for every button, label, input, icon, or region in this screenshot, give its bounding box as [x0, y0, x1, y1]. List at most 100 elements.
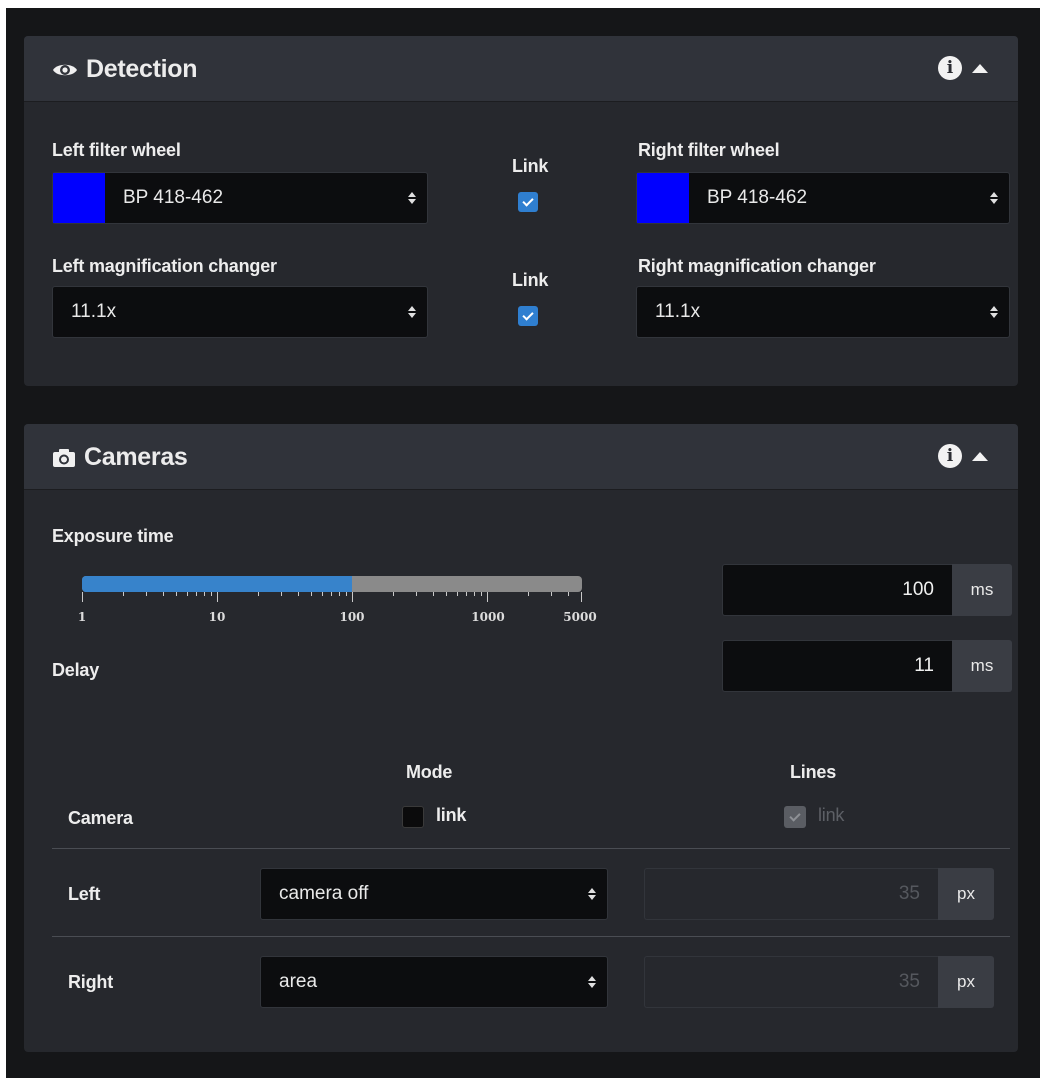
mag-link-label: Link: [512, 270, 549, 290]
slider-tick: [311, 592, 313, 596]
select-arrows-icon: [397, 306, 427, 318]
delay-unit: ms: [952, 640, 1012, 692]
exposure-slider-ticks: [82, 592, 582, 604]
select-arrows-icon: [577, 976, 607, 988]
select-arrows-icon: [397, 192, 427, 204]
exposure-unit: ms: [952, 564, 1012, 616]
lines-header: Lines: [790, 762, 837, 782]
slider-tick: [345, 592, 347, 596]
select-arrows-icon: [577, 888, 607, 900]
detection-header[interactable]: Detection i: [24, 36, 1018, 102]
slider-tick: [187, 592, 189, 596]
right-filter-select[interactable]: BP 418-462: [636, 172, 1010, 224]
filter-link-label: Link: [512, 156, 549, 176]
lines-link-checkbox: [784, 806, 806, 828]
slider-tick: [210, 592, 212, 596]
slider-tick: [163, 592, 165, 596]
slider-tick: [466, 592, 468, 596]
cameras-title-text: Cameras: [84, 443, 188, 471]
slider-tick: [298, 592, 300, 596]
select-arrows-icon: [979, 306, 1009, 318]
exposure-label: Exposure time: [52, 526, 174, 546]
slider-tick: [568, 592, 570, 596]
slider-tick: [480, 592, 482, 596]
tick-label-5000: 5000: [563, 610, 597, 624]
delay-input[interactable]: 11: [722, 640, 952, 692]
slider-tick: [446, 592, 448, 596]
eye-icon: [53, 64, 77, 75]
slider-tick: [338, 592, 340, 596]
slider-tick: [527, 592, 529, 596]
slider-tick: [331, 592, 333, 596]
cameras-collapse-icon[interactable]: [972, 451, 988, 461]
right-lines-input-group: 35 px: [644, 956, 994, 1008]
slider-tick: [416, 592, 418, 596]
left-filter-color-swatch: [53, 173, 105, 223]
detection-title: Detection: [52, 55, 198, 84]
right-mag-value: 11.1x: [655, 301, 701, 322]
lines-link-label: link: [818, 805, 845, 825]
left-mag-label: Left magnification changer: [52, 256, 277, 276]
camera-icon: [53, 448, 75, 467]
left-mag-select[interactable]: 11.1x: [52, 286, 428, 338]
filter-link-checkbox[interactable]: [518, 192, 538, 212]
delay-label: Delay: [52, 660, 100, 680]
right-filter-color-swatch: [637, 173, 689, 223]
cameras-panel: Cameras i Exposure time 1 10 100 1000 50…: [24, 424, 1018, 1052]
left-filter-select[interactable]: BP 418-462: [52, 172, 428, 224]
divider: [52, 848, 1010, 849]
left-filter-value: BP 418-462: [123, 187, 224, 208]
right-mag-label: Right magnification changer: [638, 256, 876, 276]
row-right-label: Right: [68, 972, 113, 992]
slider-tick: [581, 592, 582, 602]
select-arrows-icon: [979, 192, 1009, 204]
slider-tick: [257, 592, 259, 596]
exposure-slider[interactable]: [82, 576, 582, 592]
row-left-label: Left: [68, 884, 101, 904]
right-camera-mode-value: area: [279, 971, 318, 992]
left-camera-mode-select[interactable]: camera off: [260, 868, 608, 920]
right-filter-label: Right filter wheel: [638, 140, 780, 160]
left-filter-label: Left filter wheel: [52, 140, 181, 160]
app-frame: Detection i Left filter wheel Link Right…: [6, 8, 1040, 1078]
exposure-input[interactable]: 100: [722, 564, 952, 616]
mode-link-checkbox[interactable]: [402, 806, 424, 828]
right-mag-select[interactable]: 11.1x: [636, 286, 1010, 338]
slider-tick: [146, 592, 148, 596]
slider-tick: [352, 592, 353, 602]
detection-panel: Detection i Left filter wheel Link Right…: [24, 36, 1018, 386]
left-camera-mode-value: camera off: [279, 883, 369, 904]
detection-info-icon[interactable]: i: [938, 56, 962, 80]
tick-label-1000: 1000: [471, 610, 505, 624]
right-filter-value: BP 418-462: [707, 187, 808, 208]
mag-link-checkbox[interactable]: [518, 306, 538, 326]
tick-label-100: 100: [339, 610, 365, 624]
slider-tick: [203, 592, 205, 596]
cameras-info-icon[interactable]: i: [938, 444, 962, 468]
cameras-header[interactable]: Cameras i: [24, 424, 1018, 490]
slider-tick: [392, 592, 394, 596]
detection-collapse-icon[interactable]: [972, 63, 988, 73]
slider-tick: [122, 592, 124, 596]
slider-tick: [487, 592, 488, 602]
delay-input-group: 11 ms: [722, 640, 1012, 692]
right-lines-unit: px: [938, 956, 994, 1008]
slider-tick: [196, 592, 198, 596]
slider-tick: [551, 592, 553, 596]
tick-label-1: 1: [77, 610, 87, 624]
mode-link-label: link: [436, 805, 467, 825]
slider-tick: [176, 592, 178, 596]
left-lines-input-group: 35 px: [644, 868, 994, 920]
slider-tick: [281, 592, 283, 596]
slider-tick: [457, 592, 459, 596]
slider-tick: [217, 592, 218, 602]
divider: [52, 936, 1010, 937]
tick-label-10: 10: [208, 610, 226, 624]
slider-tick: [322, 592, 324, 596]
left-lines-unit: px: [938, 868, 994, 920]
camera-header: Camera: [68, 808, 133, 828]
exposure-slider-fill: [82, 576, 352, 592]
cameras-title: Cameras: [52, 443, 188, 472]
slider-tick: [473, 592, 475, 596]
right-camera-mode-select[interactable]: area: [260, 956, 608, 1008]
